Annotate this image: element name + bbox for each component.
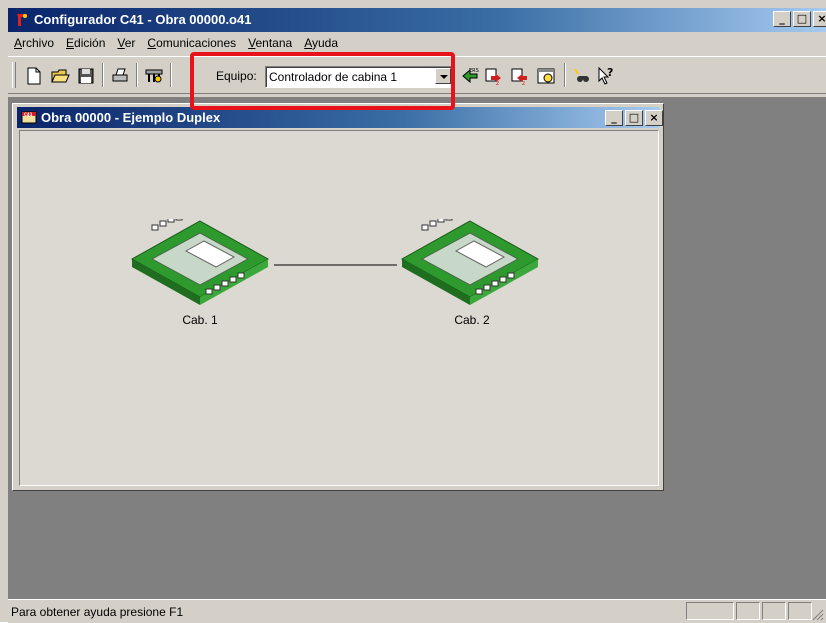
menu-ver[interactable]: Ver — [111, 34, 141, 54]
diagram-canvas[interactable]: Cab. 1 Cab. 2 — [19, 130, 659, 486]
document-icon[interactable]: C41 — [21, 109, 37, 125]
menu-label: omunicaciones — [156, 36, 237, 50]
menu-ventana[interactable]: Ventana — [242, 34, 298, 54]
document-close-button[interactable]: × — [645, 110, 663, 126]
close-button[interactable]: × — [813, 11, 826, 27]
new-icon[interactable] — [24, 66, 44, 86]
document-window[interactable]: C41 Obra 00000 - Ejemplo Duplex _ □ × Ca… — [12, 103, 664, 491]
menu-ayuda[interactable]: Ayuda — [298, 34, 344, 54]
document-title-bar[interactable]: C41 Obra 00000 - Ejemplo Duplex _ □ × — [17, 107, 663, 128]
open-icon[interactable] — [50, 66, 70, 86]
status-text: Para obtener ayuda presione F1 — [11, 605, 184, 619]
document-title: Obra 00000 - Ejemplo Duplex — [41, 110, 221, 125]
minimize-button[interactable]: _ — [773, 11, 791, 27]
svg-text:z: z — [496, 80, 499, 86]
document-maximize-button[interactable]: □ — [625, 110, 643, 126]
menu-bar: Archivo Edición Ver Comunicaciones Venta… — [8, 34, 344, 54]
diagram-svg — [274, 264, 397, 266]
menu-accel: A — [14, 36, 23, 50]
controller-node-2[interactable] — [400, 212, 540, 309]
controller-board-icon — [400, 212, 540, 305]
ers-icon[interactable]: ERS — [460, 66, 480, 86]
toolbar-separator — [564, 63, 566, 87]
status-pane — [788, 602, 812, 620]
controller-board-icon — [130, 212, 270, 305]
menu-accel: C — [147, 36, 157, 50]
download-icon[interactable]: z — [484, 66, 504, 87]
equipo-label: Equipo: — [216, 69, 257, 83]
resize-grip-icon[interactable] — [812, 609, 824, 621]
svg-text:?: ? — [607, 66, 613, 79]
window-title: Configurador C41 - Obra 00000.o41 — [34, 12, 252, 27]
node-label-cab-2: Cab. 2 — [454, 313, 490, 327]
menu-label: er — [124, 36, 136, 50]
menu-accel: E — [66, 36, 75, 50]
toolbar-separator — [102, 63, 104, 87]
status-pane — [762, 602, 786, 620]
dropdown-arrow-icon[interactable] — [435, 68, 451, 84]
svg-text:z: z — [522, 80, 525, 86]
controller-node-1[interactable] — [130, 212, 270, 309]
settings-icon[interactable] — [144, 66, 164, 86]
find-icon[interactable] — [572, 66, 592, 86]
help-pointer-icon[interactable]: ? — [596, 66, 616, 86]
menu-archivo[interactable]: Archivo — [8, 34, 60, 54]
menu-label: dición — [74, 36, 106, 50]
toolbar: Equipo: Controlador de cabina 1 ERS z z … — [8, 56, 826, 94]
title-bar[interactable]: Configurador C41 - Obra 00000.o41 _ □ × — [8, 8, 826, 32]
menu-accel: V — [117, 36, 125, 50]
menu-label: rchivo — [22, 36, 55, 50]
menu-comunicaciones[interactable]: Comunicaciones — [141, 34, 242, 54]
maximize-button[interactable]: □ — [793, 11, 811, 27]
status-pane — [736, 602, 760, 620]
menu-label: yuda — [311, 36, 339, 50]
upload-icon[interactable]: z — [510, 66, 530, 87]
save-icon[interactable] — [76, 66, 96, 86]
application-window: Configurador C41 - Obra 00000.o41 _ □ × … — [0, 0, 826, 623]
status-pane — [686, 602, 734, 620]
app-icon[interactable] — [14, 12, 30, 28]
toolbar-separator — [136, 63, 138, 87]
node-label-cab-1: Cab. 1 — [182, 313, 218, 327]
menu-accel: A — [304, 36, 312, 50]
document-minimize-button[interactable]: _ — [605, 110, 623, 126]
svg-text:ERS: ERS — [469, 68, 479, 74]
menu-label: entana — [255, 36, 293, 50]
clock-icon[interactable] — [536, 66, 556, 86]
svg-text:C41: C41 — [24, 112, 33, 117]
menu-edicion[interactable]: Edición — [60, 34, 111, 54]
toolbar-grip[interactable] — [12, 62, 16, 88]
print-icon[interactable] — [110, 66, 130, 86]
status-bar: Para obtener ayuda presione F1 — [8, 599, 826, 623]
equipo-dropdown[interactable]: Controlador de cabina 1 — [265, 66, 453, 88]
equipo-selected-value: Controlador de cabina 1 — [269, 70, 398, 84]
toolbar-separator — [170, 63, 172, 87]
